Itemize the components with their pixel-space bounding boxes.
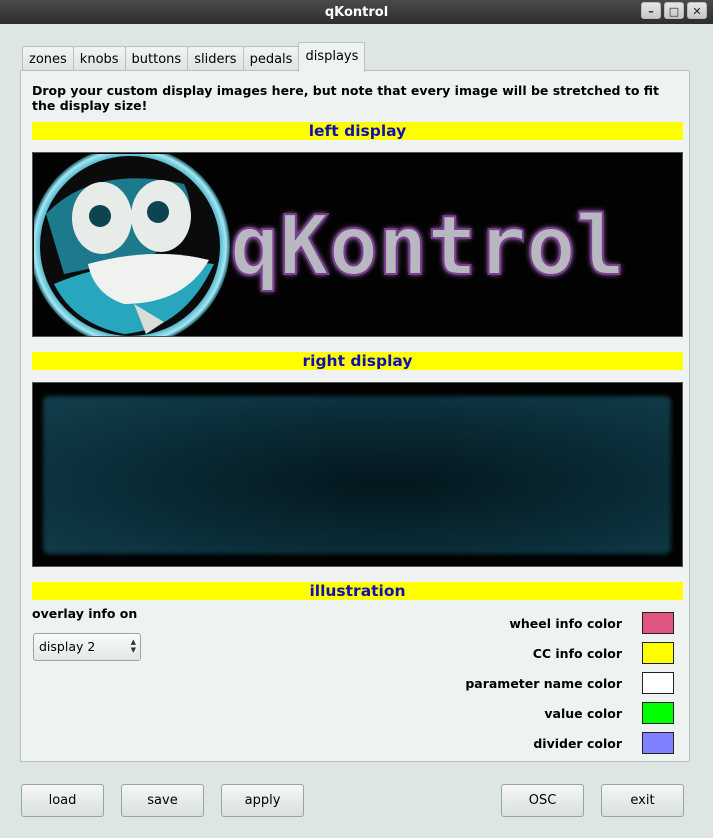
maximize-icon[interactable]: □	[664, 2, 684, 19]
osc-button[interactable]: OSC	[501, 784, 584, 817]
tab-zones[interactable]: zones	[22, 46, 74, 72]
wheel-info-color-label: wheel info color	[509, 616, 622, 631]
overlay-label: overlay info on	[32, 606, 138, 621]
intro-text: Drop your custom display images here, bu…	[32, 83, 660, 113]
window-title: qKontrol	[324, 4, 389, 20]
tab-knobs[interactable]: knobs	[72, 46, 126, 72]
overlay-selected-value: display 2	[39, 639, 96, 654]
tab-pedals[interactable]: pedals	[242, 46, 300, 72]
value-color-swatch[interactable]	[642, 702, 674, 724]
wheel-info-color-swatch[interactable]	[642, 612, 674, 634]
qkontrol-logo-image: qKontrol qKontrol	[33, 153, 626, 336]
minimize-icon[interactable]: –	[641, 2, 661, 19]
title-bar: qKontrol – □ ✕	[0, 0, 713, 24]
parameter-name-color-label: parameter name color	[465, 676, 622, 691]
save-button[interactable]: save	[121, 784, 204, 817]
left-display-image[interactable]: qKontrol qKontrol	[32, 152, 683, 337]
right-display-header: right display	[32, 352, 683, 370]
spin-arrows-icon: ▲ ▼	[130, 638, 136, 654]
logo-text: qKontrol	[230, 199, 625, 294]
apply-button[interactable]: apply	[221, 784, 304, 817]
value-color-label: value color	[544, 706, 622, 721]
cc-info-color-label: CC info color	[532, 646, 622, 661]
close-icon[interactable]: ✕	[687, 2, 707, 19]
teal-texture	[43, 396, 671, 554]
overlay-display-select[interactable]: display 2 ▲ ▼	[33, 633, 141, 661]
displays-panel: Drop your custom display images here, bu…	[20, 70, 690, 762]
load-button[interactable]: load	[21, 784, 104, 817]
tab-buttons[interactable]: buttons	[124, 46, 189, 72]
tab-displays[interactable]: displays	[298, 42, 366, 72]
divider-color-label: divider color	[533, 736, 622, 751]
tab-bar: zones knobs buttons sliders pedals displ…	[22, 42, 366, 72]
divider-color-swatch[interactable]	[642, 732, 674, 754]
cc-info-color-swatch[interactable]	[642, 642, 674, 664]
parameter-name-color-swatch[interactable]	[642, 672, 674, 694]
tab-sliders[interactable]: sliders	[187, 46, 244, 72]
illustration-header: illustration	[32, 582, 683, 600]
window-controls: – □ ✕	[641, 2, 707, 19]
left-display-header: left display	[32, 122, 683, 140]
exit-button[interactable]: exit	[601, 784, 684, 817]
right-display-image[interactable]	[32, 382, 683, 567]
